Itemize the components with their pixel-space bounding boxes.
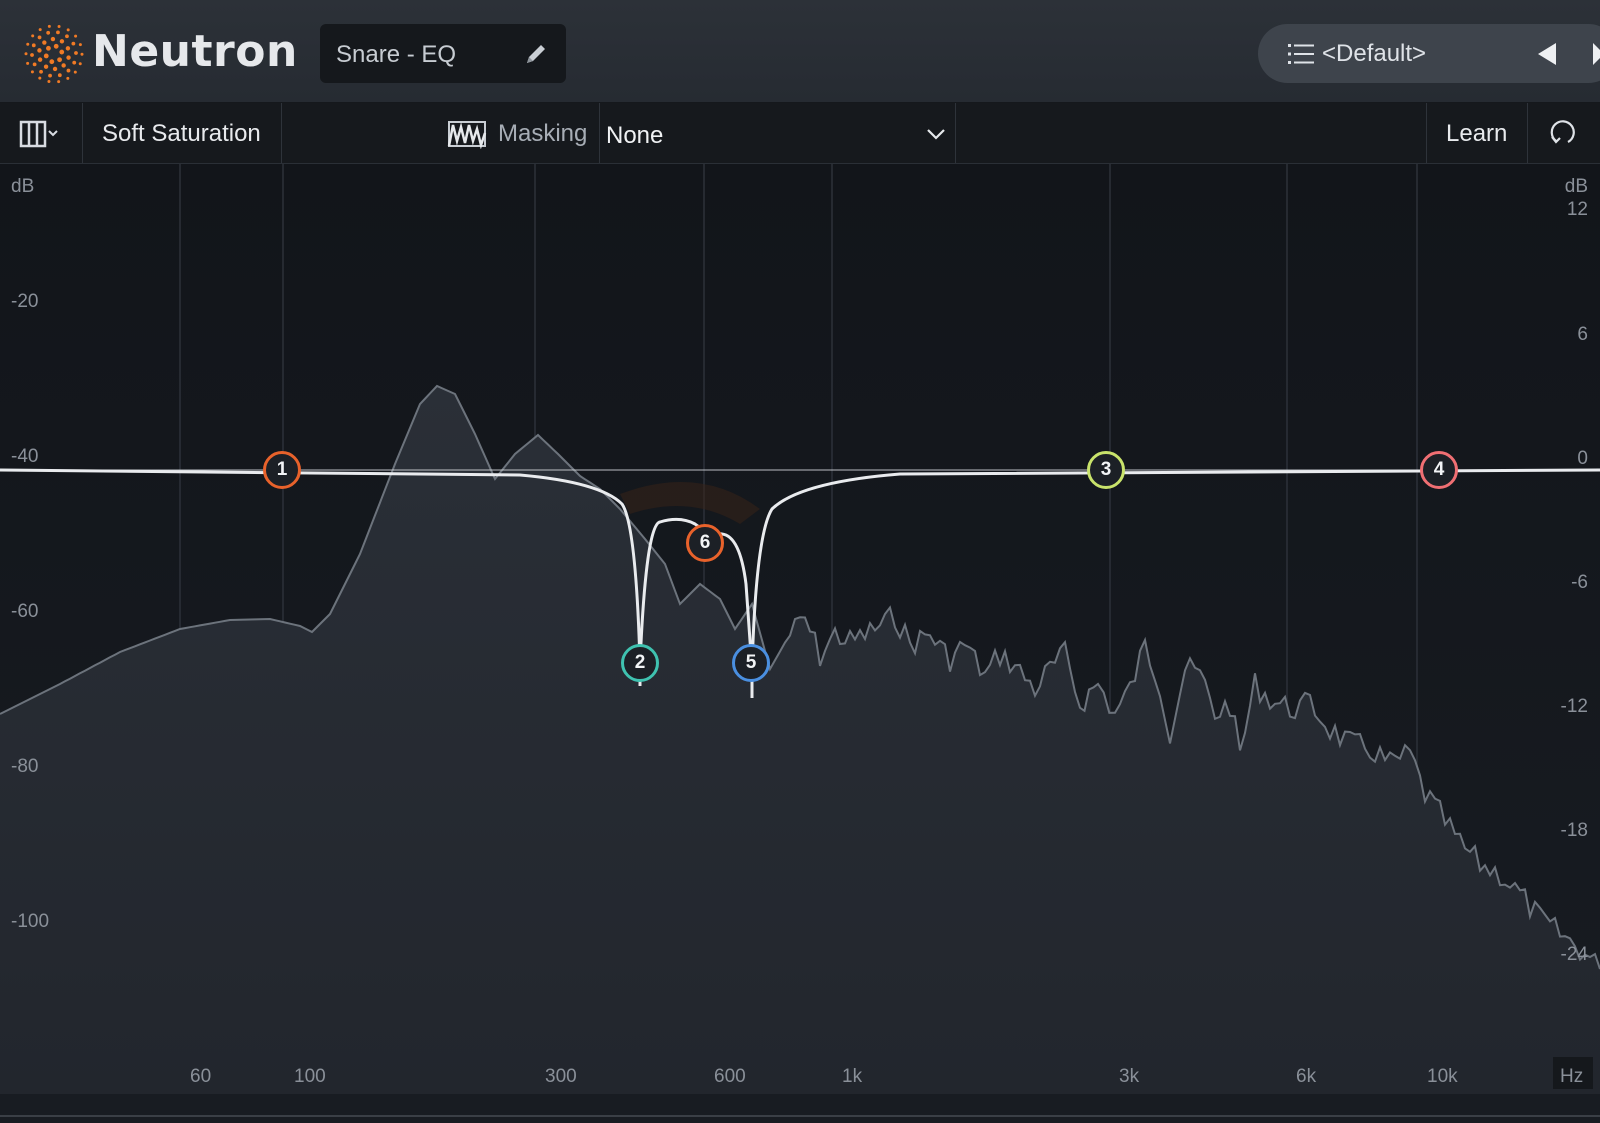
- eq-node-2[interactable]: 2: [621, 644, 659, 682]
- right-db-tick: 12: [1566, 199, 1588, 220]
- toolbar-divider: [955, 103, 956, 163]
- right-db-tick: -12: [1560, 696, 1588, 717]
- left-db-tick: -100: [11, 911, 50, 932]
- eq-graph-canvas: [0, 164, 1600, 1123]
- eq-node-6[interactable]: 6: [686, 524, 724, 562]
- prev-arrow-icon[interactable]: [1536, 42, 1558, 66]
- brand-title: Neutron: [92, 26, 298, 77]
- freq-tick: 3k: [1119, 1066, 1140, 1087]
- right-db-tick: -18: [1560, 820, 1588, 841]
- next-arrow-icon[interactable]: [1592, 42, 1600, 66]
- toolbar-divider: [82, 103, 83, 163]
- freq-tick: 60: [190, 1066, 212, 1087]
- toolbar-divider: [1527, 103, 1528, 163]
- masking-dropdown[interactable]: None: [600, 103, 956, 163]
- freq-tick: 600: [714, 1066, 746, 1087]
- eq-node-1[interactable]: 1: [263, 451, 301, 489]
- eq-graph[interactable]: dB -20 -40 -60 -80 -100 dB 12 6 0 -6 -12…: [0, 164, 1600, 1123]
- masking-label: Masking: [498, 120, 588, 147]
- masking-waveform-icon: [447, 121, 487, 149]
- left-db-tick: -80: [11, 756, 39, 777]
- eq-node-4[interactable]: 4: [1420, 451, 1458, 489]
- reset-icon[interactable]: [1546, 117, 1578, 149]
- left-db-tick: -20: [11, 291, 39, 312]
- chevron-down-icon: [927, 129, 945, 140]
- masking-value: None: [606, 122, 664, 149]
- preset-name: <Default>: [1322, 40, 1427, 67]
- right-db-unit: dB: [1564, 176, 1588, 197]
- left-db-unit: dB: [11, 176, 35, 197]
- learn-button[interactable]: Learn: [1446, 120, 1507, 148]
- left-db-tick: -40: [11, 446, 39, 467]
- left-db-tick: -60: [11, 601, 39, 622]
- right-db-tick: 6: [1577, 324, 1588, 345]
- toolbar-divider: [1426, 103, 1427, 163]
- list-icon: [1288, 44, 1314, 64]
- module-name-field[interactable]: Snare - EQ: [320, 24, 566, 83]
- eq-node-5[interactable]: 5: [732, 644, 770, 682]
- view-columns-icon[interactable]: [18, 119, 64, 149]
- eq-node-3[interactable]: 3: [1087, 451, 1125, 489]
- freq-tick: 10k: [1427, 1066, 1458, 1087]
- preset-selector[interactable]: <Default>: [1258, 24, 1600, 83]
- freq-tick: 6k: [1296, 1066, 1317, 1087]
- soft-saturation-button[interactable]: Soft Saturation: [102, 120, 261, 148]
- freq-unit: Hz: [1560, 1066, 1584, 1087]
- toolbar-divider: [281, 103, 282, 163]
- pencil-icon[interactable]: [522, 40, 550, 68]
- neutron-logo-icon: [24, 24, 84, 84]
- module-name-text: Snare - EQ: [336, 41, 457, 68]
- freq-tick: 300: [545, 1066, 577, 1087]
- right-db-tick: 0: [1577, 448, 1588, 469]
- freq-tick: 100: [294, 1066, 326, 1087]
- header-bar: Neutron Snare - EQ <Default>: [0, 0, 1600, 103]
- toolbar: Soft Saturation Masking None Learn: [0, 103, 1600, 164]
- freq-tick: 1k: [842, 1066, 863, 1087]
- right-db-tick: -6: [1571, 572, 1588, 593]
- right-db-tick: -24: [1560, 944, 1588, 965]
